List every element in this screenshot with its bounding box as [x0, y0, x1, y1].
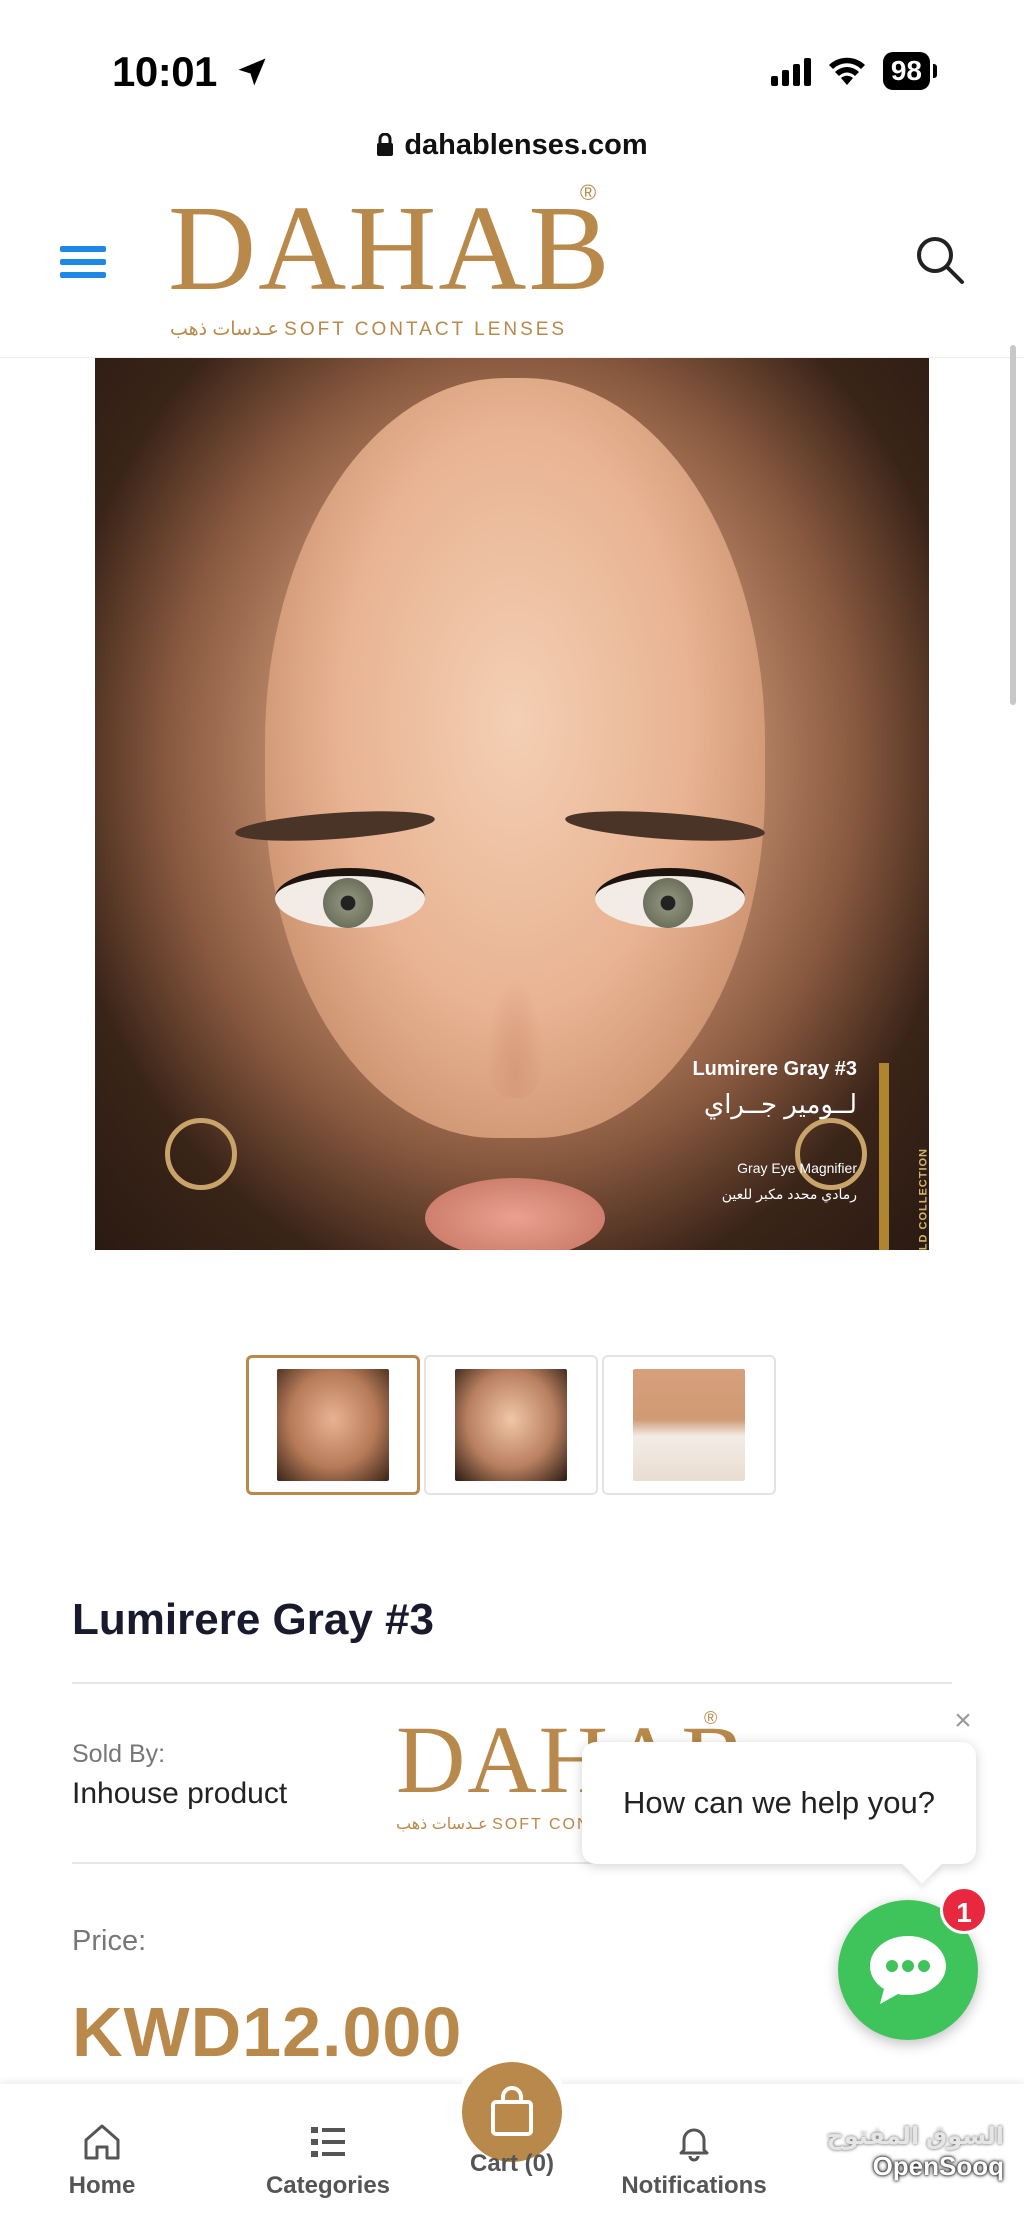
bottom-navigation: Home Categories Cart (0) Notifications ا…: [0, 2054, 1024, 2225]
earring: [165, 1118, 237, 1190]
site-logo[interactable]: DAHAB ® عـدسات ذهب SOFT CONTACT LENSES: [168, 178, 610, 348]
nav-cart[interactable]: Cart (0): [412, 2150, 612, 2178]
nav-categories[interactable]: Categories: [228, 2120, 428, 2200]
sold-by-value: Inhouse product: [72, 1777, 288, 1810]
status-indicators: 98: [770, 52, 938, 90]
time-text: 10:01: [112, 48, 217, 95]
thumbnail-2[interactable]: [424, 1355, 598, 1495]
thumbnail-1[interactable]: [246, 1355, 420, 1495]
nav-notifications[interactable]: Notifications: [594, 2120, 794, 2200]
url-domain: dahablenses.com: [404, 128, 648, 161]
right-eye: [595, 868, 745, 928]
left-eye: [275, 868, 425, 928]
thumbnail-3[interactable]: [602, 1355, 776, 1495]
hamburger-menu-icon[interactable]: [60, 246, 106, 286]
bell-icon: [679, 2128, 709, 2162]
product-title: Lumirere Gray #3: [72, 1595, 434, 1644]
chat-prompt-text: How can we help you?: [623, 1785, 935, 1820]
price-value: KWD12.000: [72, 1993, 463, 2071]
seller-logo-registered: ®: [704, 1708, 718, 1728]
shopping-bag-icon: [491, 2086, 533, 2136]
image-caption: Lumirere Gray #3 لــومير جــراي Gray Eye…: [692, 1058, 857, 1202]
gold-accent-bar: [879, 1063, 889, 1250]
chat-close-icon[interactable]: ×: [948, 1706, 978, 1736]
product-main-image[interactable]: Lumirere Gray #3 لــومير جــراي Gray Eye…: [95, 358, 929, 1250]
search-icon[interactable]: [914, 234, 966, 286]
chat-prompt-bubble[interactable]: How can we help you?: [582, 1742, 976, 1864]
status-time: 10:01: [112, 48, 270, 96]
wifi-icon: [828, 57, 865, 85]
chat-notification-badge: 1: [940, 1886, 988, 1934]
lips: [425, 1178, 605, 1250]
collection-label: GOLD COLLECTION: [917, 1148, 929, 1250]
location-arrow-icon: [238, 58, 266, 86]
home-icon: [84, 2124, 120, 2160]
battery-indicator: 98: [882, 52, 938, 90]
site-header: DAHAB ® عـدسات ذهب SOFT CONTACT LENSES: [0, 178, 1024, 358]
nav-home[interactable]: Home: [2, 2120, 202, 2200]
price-label: Price:: [72, 1925, 147, 1957]
thumbnail-gallery: [246, 1355, 776, 1495]
lock-icon: [377, 133, 394, 156]
chat-bubble-icon: [870, 1936, 946, 2004]
scrollbar[interactable]: [1010, 345, 1016, 705]
sold-by-label: Sold By:: [72, 1740, 166, 1768]
opensooq-watermark: السوق المفتوح OpenSooq: [826, 2123, 1004, 2181]
url-bar[interactable]: dahablenses.com: [0, 120, 1024, 170]
cellular-signal-icon: [770, 56, 811, 86]
divider: [72, 1682, 952, 1684]
list-icon: [311, 2127, 345, 2157]
status-bar: 10:01 98: [0, 0, 1024, 120]
